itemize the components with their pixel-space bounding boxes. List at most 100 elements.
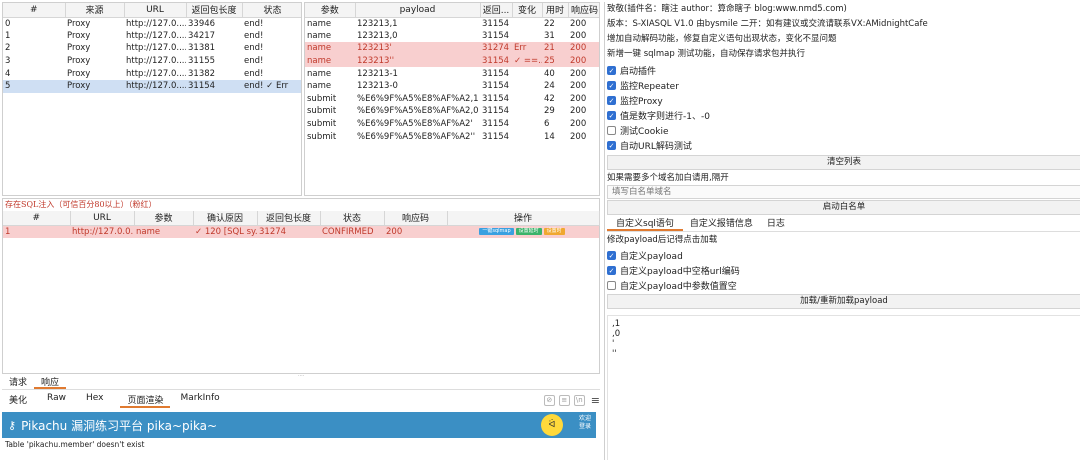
col-header[interactable]: 确认原因 <box>193 211 258 226</box>
checkbox-row[interactable]: 测试Cookie <box>607 123 1080 138</box>
checkbox-row[interactable]: ✓ 自动URL解码测试 <box>607 138 1080 153</box>
load-payload-button[interactable]: 加载/重新加载payload <box>607 294 1080 309</box>
settings-list: ✓ 启动插件 ✓ 监控Repeater ✓ 监控Proxy ✓ 值是数字则进行-1、-0 测试C… <box>607 63 1080 153</box>
tab-custom-sql[interactable]: 自定义sql语句 <box>607 218 683 231</box>
tab-markinfo[interactable]: MarkInfo <box>170 393 226 408</box>
payload-line: ,0 <box>612 329 621 339</box>
col-header[interactable]: URL <box>70 211 135 226</box>
custom-hint: 修改payload后记得点击加载 <box>607 235 718 245</box>
table-row[interactable]: name 123213-1 31154 40 200 <box>305 67 599 80</box>
col-header[interactable]: 状态 <box>242 3 301 18</box>
col-header[interactable]: 返回... <box>480 3 513 18</box>
cell: ✓ ==... <box>512 54 542 68</box>
table-row[interactable]: 5 Proxy http://127.0.... 31154 end! ✓ Err <box>3 79 301 93</box>
pikachu-title: Pikachu 漏洞练习平台 pika~pika~ <box>21 418 218 433</box>
time-button[interactable]: 设置时 <box>543 227 565 235</box>
cell: 2 <box>5 43 11 54</box>
cell <box>512 93 542 106</box>
hide-icon[interactable]: ⊘ <box>543 395 555 406</box>
tab-pretty[interactable]: 美化 <box>2 393 34 408</box>
table-row[interactable]: name 123213' 31274 Err 21 200 <box>305 42 599 55</box>
table-row[interactable]: 2 Proxy http://127.0.... 31381 end! <box>3 42 301 55</box>
cell <box>512 30 542 43</box>
col-header[interactable]: 来源 <box>65 3 125 18</box>
tab-render[interactable]: 页面渲染 <box>120 393 171 408</box>
table-row[interactable]: submit %E6%9F%A5%E8%AF%A2'' 31154 14 200 <box>305 130 599 143</box>
col-header[interactable]: 参数 <box>134 211 194 226</box>
table-row[interactable]: name 123213,0 31154 31 200 <box>305 30 599 43</box>
whitelist-button[interactable]: 启动白名单 <box>607 200 1080 215</box>
col-header[interactable]: 用时 <box>542 3 569 18</box>
payload-editor[interactable]: ,1,0 ' '' <box>607 315 1080 460</box>
col-header[interactable]: 响应码 <box>568 3 599 18</box>
tab-raw[interactable]: Raw <box>34 393 73 408</box>
table-row[interactable]: submit %E6%9F%A5%E8%AF%A2' 31154 6 200 <box>305 118 599 131</box>
req-resp-tabs: 请求 响应 <box>2 377 600 390</box>
checkbox-label: 启动插件 <box>620 67 657 77</box>
cell: 31155 <box>188 56 216 67</box>
cell: 42 <box>544 93 555 104</box>
checkbox-checked[interactable]: ✓ <box>607 141 616 150</box>
checkbox-row[interactable]: ✓ 自定义payload中空格url编码 <box>607 263 1080 278</box>
checkbox-row[interactable]: ✓ 监控Repeater <box>607 78 1080 93</box>
delay-button[interactable]: 设置延时 <box>515 227 542 235</box>
table-row[interactable]: 0 Proxy http://127.0.... 33946 end! <box>3 17 301 30</box>
col-header[interactable]: 操作 <box>447 211 600 226</box>
checkbox-unchecked[interactable] <box>607 126 616 135</box>
checkbox-checked[interactable]: ✓ <box>607 251 616 260</box>
table-row[interactable]: 3 Proxy http://127.0.... 31155 end! <box>3 55 301 68</box>
checkbox-checked[interactable]: ✓ <box>607 81 616 90</box>
cell: 200 <box>568 54 599 68</box>
col-header[interactable]: 状态 <box>320 211 385 226</box>
cell: 0 <box>5 18 11 29</box>
checkbox-checked[interactable]: ✓ <box>607 66 616 75</box>
tab-hex[interactable]: Hex <box>73 393 110 408</box>
tab-custom-error[interactable]: 自定义报错信息 <box>683 218 760 231</box>
table-row[interactable]: 1 Proxy http://127.0.... 34217 end! <box>3 30 301 43</box>
checkbox-label: 监控Repeater <box>620 82 679 92</box>
checkbox-unchecked[interactable] <box>607 281 616 290</box>
checkbox-row[interactable]: ✓ 自定义payload <box>607 248 1080 263</box>
cell: 123213' <box>355 42 480 55</box>
proxy-table-header: # 来源 URL 返回包长度 状态 <box>3 3 301 18</box>
table-row[interactable]: submit %E6%9F%A5%E8%AF%A2,0 31154 29 200 <box>305 105 599 118</box>
col-header[interactable]: 返回包长度 <box>186 3 243 18</box>
wrap-icon[interactable]: ≡ <box>558 395 570 406</box>
table-row[interactable]: 1 http://127.0.0.... name ✓ 120 [SQL sy.… <box>3 225 599 238</box>
newline-icon[interactable]: \n <box>573 395 585 406</box>
col-header[interactable]: 响应码 <box>384 211 448 226</box>
cell: name <box>134 225 193 238</box>
checkbox-label: 自定义payload <box>620 252 683 262</box>
table-row[interactable]: name 123213-0 31154 24 200 <box>305 80 599 93</box>
table-row[interactable]: 4 Proxy http://127.0.... 31382 end! <box>3 67 301 80</box>
checkbox-checked[interactable]: ✓ <box>607 266 616 275</box>
col-header[interactable]: payload <box>355 3 481 18</box>
checkbox-row[interactable]: ✓ 监控Proxy <box>607 93 1080 108</box>
tab-response[interactable]: 响应 <box>34 377 67 389</box>
cell: http://127.0.... <box>124 79 186 93</box>
checkbox-row[interactable]: ✓ 启动插件 <box>607 63 1080 78</box>
col-header[interactable]: 返回包长度 <box>257 211 321 226</box>
col-header[interactable]: # <box>3 3 66 18</box>
table-row[interactable]: name123213''31154✓ ==...25200 <box>305 54 599 68</box>
checkbox-row[interactable]: ✓ 值是数字则进行-1、-0 <box>607 108 1080 123</box>
col-header[interactable]: URL <box>124 3 187 18</box>
cell: 200 <box>568 42 599 55</box>
tab-request[interactable]: 请求 <box>2 377 34 389</box>
table-row[interactable]: name 123213,1 31154 22 200 <box>305 17 599 30</box>
cell: 31154 <box>482 106 510 117</box>
menu-icon[interactable]: ≡ <box>591 394 600 407</box>
whitelist-input[interactable] <box>607 185 1080 199</box>
welcome-link[interactable]: 欢迎 登录 <box>579 415 591 431</box>
col-header[interactable]: # <box>3 211 71 226</box>
checkbox-row[interactable]: 自定义payload中参数值置空 <box>607 278 1080 293</box>
col-header[interactable]: 变化 <box>512 3 543 18</box>
table-row[interactable]: submit %E6%9F%A5%E8%AF%A2,1 31154 42 200 <box>305 93 599 106</box>
clear-list-button[interactable]: 清空列表 <box>607 155 1080 170</box>
cell: http://127.0.... <box>126 18 186 29</box>
checkbox-checked[interactable]: ✓ <box>607 111 616 120</box>
col-header[interactable]: 参数 <box>305 3 356 18</box>
checkbox-checked[interactable]: ✓ <box>607 96 616 105</box>
sqlmap-button[interactable]: 一键sqlmap <box>479 227 514 235</box>
tab-log[interactable]: 日志 <box>760 218 792 231</box>
